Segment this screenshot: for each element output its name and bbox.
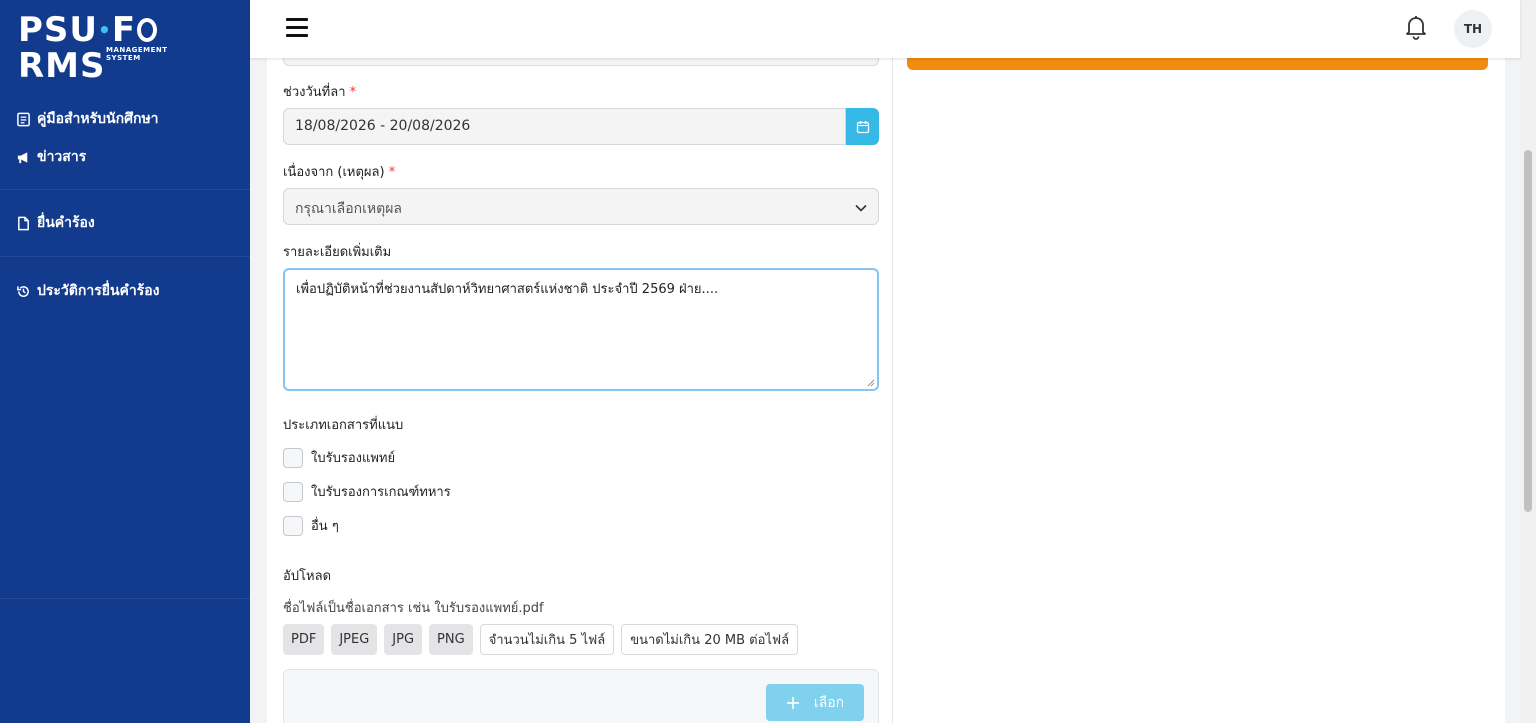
file-type-badge: JPEG: [331, 624, 378, 655]
sidebar: PSU•FRMS MANAGEMENT SYSTEM คู่มือสำหรับน…: [0, 0, 250, 723]
checkbox-label: ใบรับรองแพทย์: [311, 451, 396, 466]
file-constraints: PDF JPEG JPG PNG จำนวนไม่เกิน 5 ไฟล์ ขนา…: [283, 624, 799, 655]
divider: [0, 598, 250, 599]
file-type-badge: JPG: [384, 624, 423, 655]
reason-select[interactable]: กรุณาเลือกเหตุผล: [283, 188, 879, 225]
divider: [0, 189, 250, 190]
upload-hint: ชื่อไฟล์เป็นชื่อเอกสาร เช่น ใบรับรองแพทย…: [283, 601, 544, 616]
file-type-badge: PNG: [429, 624, 473, 655]
sidebar-item-label: ประวัติการยื่นคำร้อง: [37, 283, 160, 299]
details-textarea[interactable]: เพื่อปฏิบัติหน้าที่ช่วยงานสัปดาห์วิทยาศา…: [283, 268, 879, 391]
top-bar: TH: [250, 0, 1520, 58]
app-logo[interactable]: PSU•FRMS MANAGEMENT SYSTEM: [18, 12, 198, 84]
history-icon: [17, 285, 29, 297]
checkbox-label: อื่น ๆ: [311, 519, 339, 534]
checkbox-military-certificate[interactable]: ใบรับรองการเกณฑ์ทหาร: [283, 481, 451, 502]
chevron-down-icon: [855, 204, 867, 212]
upload-label: อัปโหลด: [283, 569, 332, 584]
book-icon: [17, 112, 30, 126]
choose-file-button[interactable]: เลือก: [766, 684, 864, 721]
file-count-limit-badge: จำนวนไม่เกิน 5 ไฟล์: [479, 624, 615, 655]
avatar[interactable]: TH: [1454, 10, 1492, 48]
details-text: เพื่อปฏิบัติหน้าที่ช่วยงานสัปดาห์วิทยาศา…: [296, 282, 719, 297]
menu-toggle-icon[interactable]: [286, 18, 308, 38]
details-label: รายละเอียดเพิ่มเติม: [283, 245, 392, 260]
checkbox-medical-certificate[interactable]: ใบรับรองแพทย์: [283, 447, 395, 468]
sidebar-item-request-history[interactable]: ประวัติการยื่นคำร้อง: [16, 280, 160, 302]
sidebar-item-news[interactable]: ข่าวสาร: [16, 146, 86, 168]
reason-label: เนื่องจาก (เหตุผล) *: [283, 165, 396, 180]
reason-placeholder: กรุณาเลือกเหตุผล: [295, 201, 402, 217]
plus-icon: [786, 696, 799, 709]
file-type-badge: PDF: [283, 624, 325, 655]
file-size-limit-badge: ขนาดไม่เกิน 20 MB ต่อไฟล์: [621, 624, 799, 655]
date-range-input[interactable]: 18/08/2026 - 20/08/2026: [283, 108, 846, 145]
megaphone-icon: [17, 151, 28, 163]
checkbox-other[interactable]: อื่น ๆ: [283, 515, 339, 536]
choose-button-label: เลือก: [813, 694, 845, 711]
scrollbar[interactable]: [1520, 0, 1536, 723]
sidebar-item-label: ยื่นคำร้อง: [37, 215, 95, 231]
logo-subtitle: MANAGEMENT SYSTEM: [106, 46, 168, 62]
checkbox-label: ใบรับรองการเกณฑ์ทหาร: [311, 485, 451, 500]
calendar-button[interactable]: [846, 108, 879, 145]
resize-handle-icon[interactable]: [867, 379, 875, 387]
calendar-icon: [856, 120, 869, 133]
sidebar-item-student-manual[interactable]: คู่มือสำหรับนักศึกษา: [16, 108, 159, 130]
sidebar-item-label: ข่าวสาร: [37, 149, 87, 165]
checkbox[interactable]: [283, 447, 303, 468]
scrollbar-thumb[interactable]: [1524, 150, 1532, 512]
bell-icon[interactable]: [1404, 14, 1428, 40]
file-icon: [18, 216, 29, 230]
doc-type-label: ประเภทเอกสารที่แนบ: [283, 418, 404, 433]
sidebar-item-submit-request[interactable]: ยื่นคำร้อง: [16, 212, 95, 234]
sidebar-item-label: คู่มือสำหรับนักศึกษา: [37, 111, 159, 127]
date-range-label: ช่วงวันที่ลา *: [283, 85, 357, 100]
side-panel: [893, 58, 1505, 723]
divider: [0, 256, 250, 257]
checkbox[interactable]: [283, 481, 303, 502]
checkbox[interactable]: [283, 515, 303, 536]
